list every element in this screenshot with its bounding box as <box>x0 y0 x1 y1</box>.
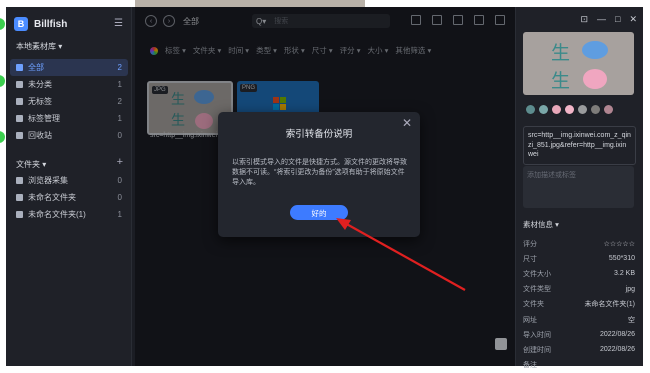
annotation-arrow <box>336 218 466 291</box>
